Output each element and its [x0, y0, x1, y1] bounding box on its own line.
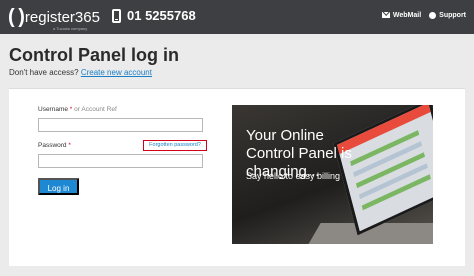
password-input[interactable]	[38, 154, 203, 168]
no-access-line: Don't have access? Create new account	[9, 68, 152, 78]
phone-number: 01 5255768	[127, 8, 196, 23]
top-bar: ( ) register365 a Tucows company 01 5255…	[0, 0, 474, 34]
create-account-link[interactable]: Create new account	[81, 68, 152, 77]
password-label-text: Password	[38, 142, 67, 149]
login-button[interactable]: Log in	[38, 178, 79, 195]
no-access-text: Don't have access?	[9, 68, 79, 77]
logo-tagline: a Tucows company	[53, 26, 88, 31]
username-input[interactable]	[38, 118, 203, 132]
username-hint: or Account Ref	[74, 106, 117, 113]
forgot-password-link[interactable]: Forgotten password?	[143, 140, 207, 151]
promo-banner[interactable]: Your Online Control Panel is changing...…	[232, 105, 433, 244]
mail-icon	[381, 12, 390, 18]
top-nav: WebMail Support	[374, 9, 466, 21]
banner-subtitle: Say hello to easy billing	[246, 171, 341, 181]
username-label: Username * or Account Ref	[38, 106, 117, 114]
support-icon	[429, 11, 437, 19]
password-required-mark: *	[68, 142, 71, 149]
logo-text: register365	[24, 8, 100, 26]
username-label-text: Username	[38, 106, 68, 113]
logo-brackets-icon: ( )	[8, 6, 25, 28]
phone-contact: 01 5255768	[112, 7, 196, 25]
password-label: Password *	[38, 142, 71, 150]
webmail-label: WebMail	[392, 11, 422, 19]
support-label: Support	[439, 11, 466, 19]
username-required-mark: *	[69, 106, 73, 113]
page-title: Control Panel log in	[9, 45, 179, 65]
phone-icon	[112, 9, 121, 23]
support-link[interactable]: Support	[429, 11, 466, 19]
webmail-link[interactable]: WebMail	[381, 11, 422, 19]
register365-logo[interactable]: ( ) register365	[8, 6, 100, 28]
